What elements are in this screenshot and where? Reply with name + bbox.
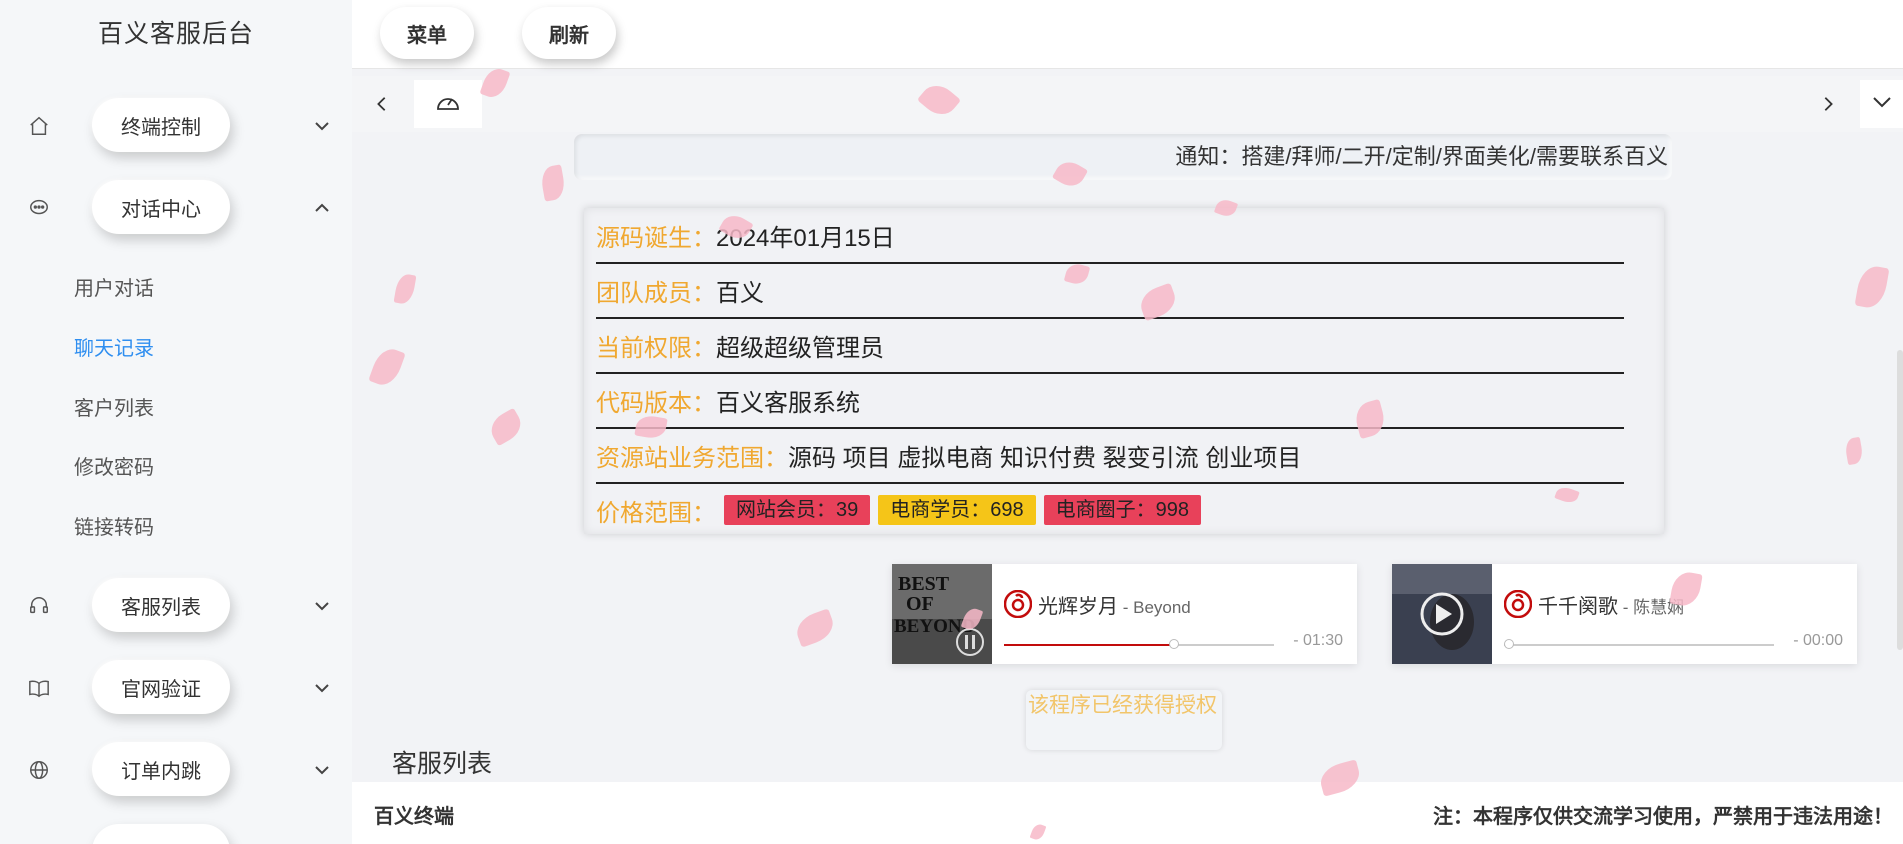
chevron-down-icon[interactable] bbox=[312, 760, 332, 780]
scrollbar[interactable] bbox=[1897, 350, 1903, 650]
price-row: 价格范围： 网站会员：39 电商学员：698 电商圈子：998 bbox=[596, 483, 1624, 537]
nav-button-service-list[interactable]: 客服列表 bbox=[92, 578, 230, 632]
info-label: 代码版本： bbox=[596, 389, 716, 417]
info-value: 源码 项目 虚拟电商 知识付费 裂变引流 创业项目 bbox=[788, 444, 1302, 472]
album-cover[interactable] bbox=[1392, 564, 1492, 664]
home-icon bbox=[26, 114, 52, 138]
auth-status-box: 该程序已经获得授权 bbox=[1026, 690, 1222, 750]
progress-track[interactable] bbox=[1504, 639, 1774, 649]
info-row: 代码版本： 百义客服系统 bbox=[596, 373, 1624, 429]
book-icon bbox=[26, 676, 52, 700]
dashboard-icon bbox=[435, 91, 461, 118]
nav-group-dialog[interactable]: 对话中心 bbox=[0, 172, 352, 242]
nav-group-service-list[interactable]: 客服列表 bbox=[0, 570, 352, 640]
sidebar-item-chat-history[interactable]: 聊天记录 bbox=[74, 332, 154, 361]
song-title: 千千阕歌 - 陈慧娴 bbox=[1538, 590, 1684, 619]
progress-knob[interactable] bbox=[1169, 639, 1180, 649]
song-time: - 00:00 bbox=[1793, 632, 1843, 649]
tab-dropdown[interactable] bbox=[1860, 80, 1903, 128]
chevron-down-icon[interactable] bbox=[312, 116, 332, 136]
price-tag-student: 电商学员：698 bbox=[878, 495, 1036, 525]
petal-decoration bbox=[393, 272, 417, 306]
info-value: 百义 bbox=[716, 279, 764, 307]
info-row: 团队成员： 百义 bbox=[596, 263, 1624, 319]
menu-button[interactable]: 菜单 bbox=[380, 7, 474, 59]
nav-button-site-verify[interactable]: 官网验证 bbox=[92, 660, 230, 714]
netease-music-icon bbox=[1003, 589, 1033, 619]
info-value: 百义客服系统 bbox=[716, 389, 860, 417]
price-label: 价格范围： bbox=[596, 499, 716, 527]
tab-bar bbox=[352, 76, 1903, 132]
nav-group-site-verify[interactable]: 官网验证 bbox=[0, 652, 352, 722]
footer-disclaimer: 注：本程序仅供交流学习使用，严禁用于违法用途！ bbox=[1433, 806, 1893, 828]
footer-brand: 百义终端 bbox=[374, 806, 454, 828]
song-name: 光辉岁月 bbox=[1038, 596, 1118, 618]
price-tag-circle: 电商圈子：998 bbox=[1043, 495, 1201, 525]
song-artist-sep: - bbox=[1618, 598, 1634, 617]
sidebar-item-link-convert[interactable]: 链接转码 bbox=[74, 511, 154, 540]
headset-icon bbox=[26, 594, 52, 618]
info-label: 团队成员： bbox=[596, 279, 716, 307]
price-tag-member: 网站会员：39 bbox=[724, 495, 871, 525]
chat-icon bbox=[26, 196, 52, 220]
nav-group-terminal[interactable]: 终端控制 bbox=[0, 90, 352, 160]
progress-fill bbox=[1004, 644, 1175, 646]
nav-button-next[interactable] bbox=[92, 824, 230, 844]
info-label: 当前权限： bbox=[596, 334, 716, 362]
info-row: 当前权限： 超级超级管理员 bbox=[596, 318, 1624, 374]
info-card: 源码诞生： 2024年01月15日 团队成员： 百义 当前权限： 超级超级管理员… bbox=[584, 208, 1664, 534]
svg-text:OF: OF bbox=[906, 593, 934, 615]
progress-knob[interactable] bbox=[1504, 639, 1514, 649]
song-title: 光辉岁月 - Beyond bbox=[1038, 590, 1191, 619]
globe-icon bbox=[26, 758, 52, 782]
svg-text:BEST: BEST bbox=[898, 573, 950, 595]
chevron-down-icon bbox=[1871, 93, 1893, 116]
netease-music-icon bbox=[1503, 589, 1533, 619]
nav-group-order-jump[interactable]: 订单内跳 bbox=[0, 734, 352, 804]
info-value: 超级超级管理员 bbox=[716, 334, 884, 362]
petal-decoration bbox=[485, 407, 527, 447]
song-artist-sep: - bbox=[1118, 598, 1134, 617]
chevron-up-icon[interactable] bbox=[312, 198, 332, 218]
chevron-down-icon[interactable] bbox=[312, 596, 332, 616]
info-label: 资源站业务范围： bbox=[596, 444, 788, 472]
petal-decoration bbox=[1854, 263, 1890, 311]
info-row: 资源站业务范围： 源码 项目 虚拟电商 知识付费 裂变引流 创业项目 bbox=[596, 428, 1624, 484]
petal-decoration bbox=[1843, 436, 1865, 466]
notice-bar: 通知：搭建/拜师/二开/定制/界面美化/需要联系百义 bbox=[574, 134, 1672, 180]
info-label: 源码诞生： bbox=[596, 224, 716, 252]
sidebar-item-change-password[interactable]: 修改密码 bbox=[74, 451, 154, 480]
song-name: 千千阕歌 bbox=[1538, 596, 1618, 618]
song-artist: Beyond bbox=[1133, 598, 1191, 617]
sidebar-item-customer-list[interactable]: 客户列表 bbox=[74, 392, 154, 421]
chevron-left-icon[interactable] bbox=[368, 90, 396, 118]
chevron-down-icon[interactable] bbox=[312, 678, 332, 698]
section-title: 客服列表 bbox=[392, 750, 493, 778]
chevron-right-icon[interactable] bbox=[1814, 90, 1842, 118]
info-row: 源码诞生： 2024年01月15日 bbox=[596, 208, 1624, 264]
petal-decoration bbox=[792, 608, 838, 648]
footer: 百义终端 注：本程序仅供交流学习使用，严禁用于违法用途！ bbox=[352, 782, 1903, 844]
music-player[interactable]: BEST OF BEYOND 光辉岁月 - Beyond - 01:30 bbox=[892, 564, 1357, 664]
nav-button-dialog[interactable]: 对话中心 bbox=[92, 180, 230, 234]
nav-button-terminal[interactable]: 终端控制 bbox=[92, 98, 230, 152]
petal-decoration bbox=[368, 344, 406, 390]
petal-decoration bbox=[539, 164, 567, 202]
sidebar-item-user-dialog[interactable]: 用户对话 bbox=[74, 272, 154, 301]
nav-button-order-jump[interactable]: 订单内跳 bbox=[92, 742, 230, 796]
top-bar: 菜单 刷新 bbox=[352, 0, 1903, 69]
sidebar: 百义客服后台 终端控制 对话中心 用户对话 聊天记录 客户列表 修改密码 链接转… bbox=[0, 0, 352, 844]
music-player[interactable]: 千千阕歌 - 陈慧娴 - 00:00 bbox=[1392, 564, 1857, 664]
progress-track[interactable] bbox=[1004, 639, 1274, 649]
refresh-button[interactable]: 刷新 bbox=[522, 7, 616, 59]
tab-dashboard[interactable] bbox=[414, 80, 482, 128]
song-time: - 01:30 bbox=[1293, 632, 1343, 649]
brand-title: 百义客服后台 bbox=[97, 20, 254, 48]
